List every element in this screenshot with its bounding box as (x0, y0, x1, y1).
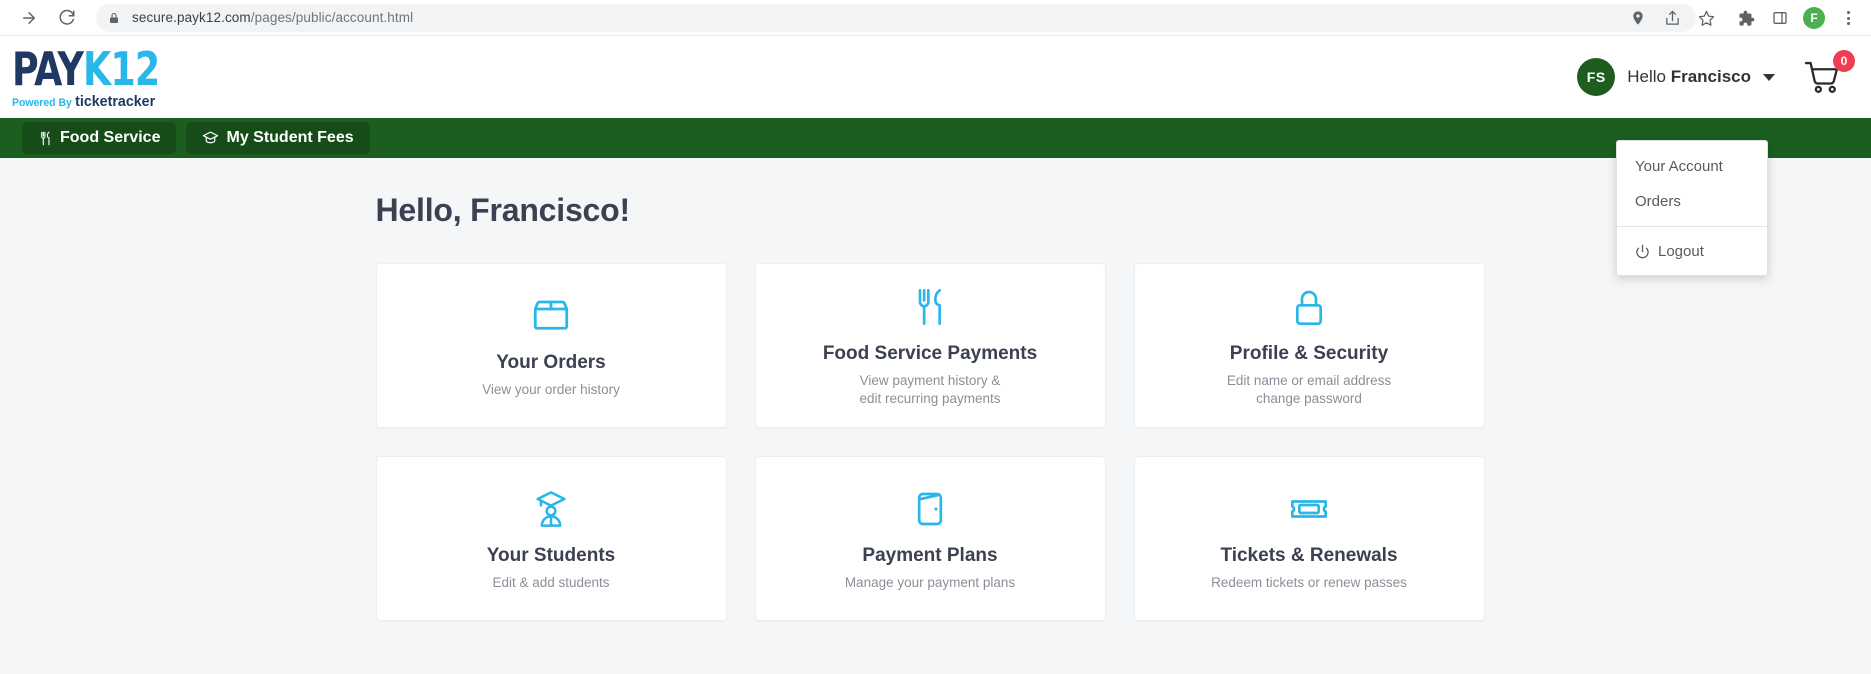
cart-count-badge: 0 (1833, 49, 1855, 72)
content-container: Hello, Francisco! Your Orders View your … (375, 192, 1496, 621)
card-payment-plans[interactable]: Payment Plans Manage your payment plans (754, 456, 1106, 621)
dropdown-item-your-account[interactable]: Your Account (1617, 149, 1767, 184)
page-title: Hello, Francisco! (375, 192, 631, 228)
card-food-service-payments[interactable]: Food Service Payments View payment histo… (754, 263, 1106, 428)
url-domain: secure.payk12.com (132, 10, 251, 25)
card-subtitle-line1: Manage your payment plans (844, 574, 1016, 590)
card-subtitle-line1: Redeem tickets or renew passes (1211, 574, 1407, 590)
card-title: Payment Plans (862, 544, 998, 566)
main-navbar: Food Service My Student Fees (0, 118, 1871, 158)
dropdown-item-orders[interactable]: Orders (1617, 184, 1767, 219)
nav-tab-my-student-fees[interactable]: My Student Fees (186, 122, 370, 154)
main-content: Hello, Francisco! Your Orders View your … (0, 158, 1871, 674)
card-subtitle-line1: View your order history (482, 381, 620, 397)
wallet-icon (910, 485, 950, 533)
card-title: Your Orders (496, 351, 606, 373)
lock-icon (108, 11, 120, 25)
card-tickets-renewals[interactable]: Tickets & Renewals Redeem tickets or ren… (1133, 456, 1485, 621)
dashboard-card-grid: Your Orders View your order history Food… (375, 263, 1496, 621)
user-menu-button[interactable]: FS Hello Francisco (1577, 58, 1775, 96)
logo-tagline: Powered By ticketracker (12, 94, 171, 109)
card-subtitle-line1: View payment history & (859, 372, 1001, 388)
lock-icon (1289, 283, 1329, 331)
browser-toolbar-icons: F (1623, 0, 1863, 36)
cutlery-icon (41, 131, 50, 145)
nav-tab-food-service-label: Food Service (60, 129, 161, 146)
card-subtitle: Edit & add students (492, 574, 609, 592)
graduation-cap-icon (203, 131, 219, 143)
power-icon (1636, 244, 1649, 259)
cart-button[interactable]: 0 (1797, 49, 1855, 99)
card-subtitle: Manage your payment plans (845, 574, 1015, 592)
bookmark-star-icon[interactable] (1691, 3, 1721, 33)
card-subtitle-line2: edit recurring payments (859, 391, 1001, 406)
logo-powered-by-text: Powered By (12, 96, 72, 109)
dropdown-item-logout[interactable]: Logout (1617, 234, 1767, 269)
card-subtitle-line2: change password (1256, 391, 1362, 406)
greeting-prefix: Hello (1627, 67, 1671, 86)
card-subtitle: View payment history & edit recurring pay… (859, 372, 1000, 408)
avatar: FS (1577, 58, 1616, 96)
logo-wordmark: PAYK12 (12, 46, 160, 92)
card-profile-security[interactable]: Profile & Security Edit name or email ad… (1133, 263, 1485, 428)
cutlery-icon (910, 283, 950, 331)
browser-toolbar: secure.payk12.com/pages/public/account.h… (0, 0, 1871, 36)
extensions-puzzle-icon[interactable] (1731, 3, 1761, 33)
forward-arrow-icon[interactable] (14, 3, 44, 33)
card-subtitle: Edit name or email address change passwor… (1227, 372, 1391, 408)
share-icon[interactable] (1657, 3, 1687, 33)
address-bar[interactable]: secure.payk12.com/pages/public/account.h… (96, 3, 1696, 32)
logout-label: Logout (1658, 243, 1704, 260)
card-title: Tickets & Renewals (1220, 544, 1398, 566)
nav-tab-food-service[interactable]: Food Service (22, 122, 177, 154)
card-title: Profile & Security (1229, 342, 1389, 364)
card-subtitle: Redeem tickets or renew passes (1211, 574, 1407, 592)
card-your-students[interactable]: Your Students Edit & add students (375, 456, 727, 621)
card-title: Food Service Payments (822, 342, 1038, 364)
site-header: PAYK12 Powered By ticketracker FS Hello … (0, 36, 1871, 276)
ticket-icon (1287, 485, 1331, 533)
location-pin-icon[interactable] (1623, 3, 1653, 33)
logo-ticketracker-text: ticketracker (75, 92, 156, 110)
payk12-logo[interactable]: PAYK12 Powered By ticketracker (6, 46, 179, 109)
kebab-menu-icon[interactable] (1833, 3, 1863, 33)
logo-pay-text: PAY (12, 41, 84, 96)
card-your-orders[interactable]: Your Orders View your order history (375, 263, 727, 428)
dropdown-divider (1617, 226, 1767, 227)
profile-initial: F (1803, 7, 1825, 29)
header-right-group: FS Hello Francisco 0 (1577, 49, 1855, 99)
logo-k12-text: K12 (83, 41, 160, 96)
graduate-icon (531, 485, 571, 533)
user-dropdown-menu: Your Account Orders Logout (1616, 140, 1768, 276)
user-greeting: Hello Francisco (1627, 67, 1751, 87)
url-text: secure.payk12.com/pages/public/account.h… (132, 10, 413, 25)
reload-icon[interactable] (52, 3, 82, 33)
greeting-name: Francisco (1670, 67, 1751, 86)
card-subtitle: View your order history (482, 381, 620, 399)
box-icon (530, 292, 572, 340)
url-path: /pages/public/account.html (250, 10, 414, 25)
card-subtitle-line1: Edit & add students (492, 574, 610, 590)
card-subtitle-line1: Edit name or email address (1226, 372, 1392, 388)
card-title: Your Students (486, 544, 616, 566)
nav-tab-my-student-fees-label: My Student Fees (226, 129, 354, 146)
browser-profile-avatar[interactable]: F (1799, 3, 1829, 33)
sidepanel-icon[interactable] (1765, 3, 1795, 33)
chevron-down-icon (1763, 73, 1775, 81)
